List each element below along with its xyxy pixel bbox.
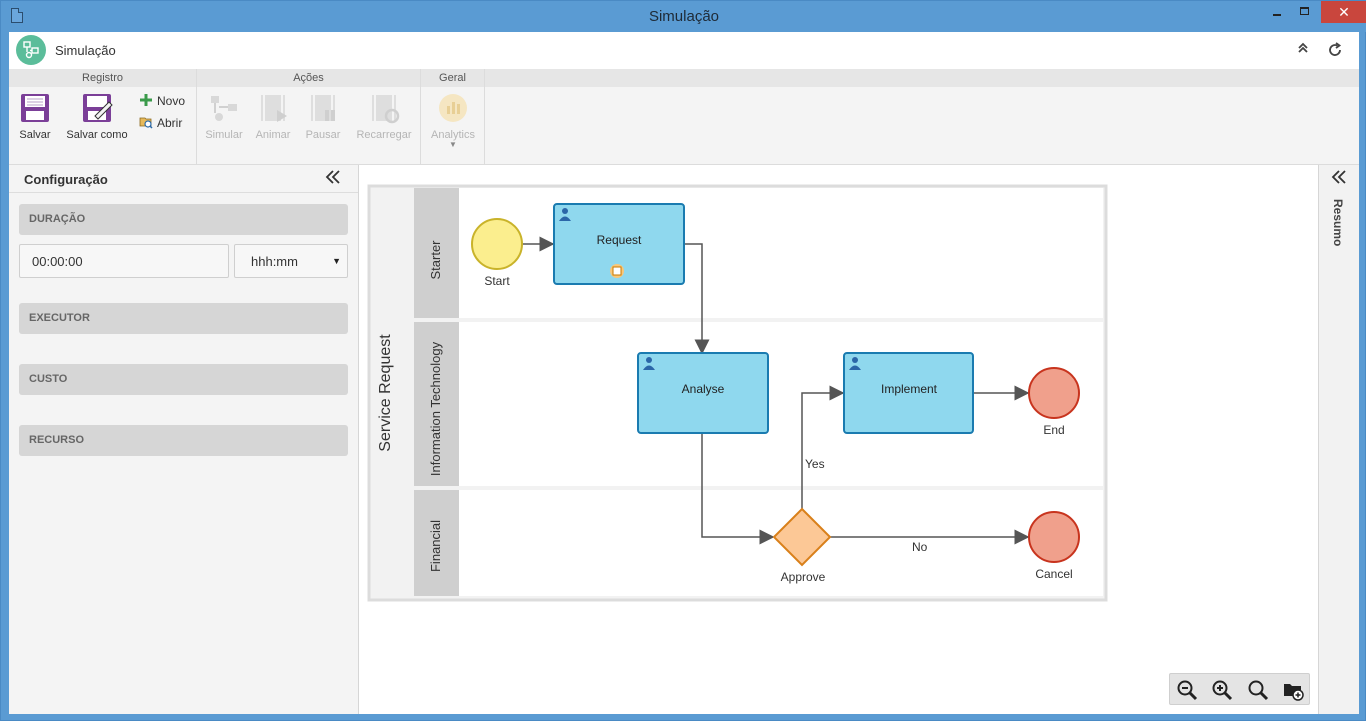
double-chevron-left-icon xyxy=(1331,170,1346,184)
form-icon xyxy=(610,264,624,278)
open-button[interactable]: Abrir xyxy=(139,115,182,130)
duration-unit-select[interactable]: hhh:mm ▼ xyxy=(234,244,348,278)
save-icon xyxy=(21,94,49,122)
group-title: Ações xyxy=(197,69,420,87)
double-chevron-up-icon xyxy=(1298,42,1308,53)
save-button[interactable]: Salvar xyxy=(17,92,53,141)
svg-text:Implement: Implement xyxy=(881,382,938,396)
dropdown-arrow-icon: ▼ xyxy=(332,256,341,266)
window-title: Simulação xyxy=(648,8,720,25)
svg-text:End: End xyxy=(1043,423,1064,437)
maximize-button[interactable] xyxy=(1291,1,1319,23)
minimize-icon xyxy=(1273,14,1281,16)
simulate-button[interactable]: Simular xyxy=(203,92,245,141)
collapse-panel-button[interactable] xyxy=(325,169,341,190)
simulate-icon xyxy=(211,96,237,121)
ribbon: Registro Salvar Salvar como Novo Abrir A… xyxy=(9,69,1359,165)
svg-text:Request: Request xyxy=(597,233,642,247)
minimize-button[interactable] xyxy=(1263,1,1291,23)
group-title: Geral xyxy=(421,69,484,87)
end-event-cancel[interactable]: Cancel xyxy=(1028,511,1080,581)
animate-button[interactable]: Animar xyxy=(253,92,293,141)
summary-panel: Resumo xyxy=(1318,165,1359,714)
section-executor[interactable]: EXECUTOR xyxy=(19,303,348,334)
dropdown-arrow-icon: ▼ xyxy=(449,140,457,149)
reload-icon xyxy=(372,95,400,124)
section-resource[interactable]: RECURSO xyxy=(19,425,348,456)
ribbon-group-geral: Geral Analytics ▼ xyxy=(421,69,485,165)
analytics-icon xyxy=(439,94,467,122)
ribbon-group-registro: Registro Salvar Salvar como Novo Abrir xyxy=(9,69,197,165)
pool-label: Service Request xyxy=(377,334,394,452)
svg-text:Analyse: Analyse xyxy=(682,382,725,396)
svg-text:Start: Start xyxy=(484,274,510,288)
title-bar: Simulação ✕ xyxy=(1,1,1366,32)
new-button[interactable]: Novo xyxy=(139,93,185,108)
maximize-icon xyxy=(1300,7,1309,15)
animate-icon xyxy=(261,95,287,122)
svg-text:Approve: Approve xyxy=(781,570,826,584)
analytics-button[interactable]: Analytics ▼ xyxy=(429,92,477,149)
refresh-button[interactable] xyxy=(1326,41,1344,59)
diagram-canvas[interactable]: Service Request Starter Information Tech… xyxy=(360,165,1318,714)
task-implement[interactable]: Implement xyxy=(843,352,974,434)
close-icon: ✕ xyxy=(1338,4,1350,20)
pause-icon xyxy=(311,95,335,121)
group-title: Registro xyxy=(9,69,196,87)
ribbon-group-acoes: Ações Simular Animar Pausar Recarregar xyxy=(197,69,421,165)
pause-button[interactable]: Pausar xyxy=(303,92,343,141)
zoom-fit-button[interactable] xyxy=(1247,679,1269,701)
edge-label-no: No xyxy=(912,540,928,554)
zoom-out-icon xyxy=(1177,680,1198,701)
collapse-ribbon-button[interactable] xyxy=(1294,41,1312,59)
bpmn-diagram: Service Request Starter Information Tech… xyxy=(367,184,1108,602)
section-cost[interactable]: CUSTO xyxy=(19,364,348,395)
app-title: Simulação xyxy=(55,43,116,58)
svg-text:Cancel: Cancel xyxy=(1035,567,1072,581)
zoom-out-button[interactable] xyxy=(1176,679,1198,701)
lane-label: Starter xyxy=(428,240,443,280)
open-folder-icon xyxy=(139,117,153,129)
lane-financial[interactable]: Financial xyxy=(414,490,1103,596)
lane-label: Information Technology xyxy=(428,341,443,476)
summary-label[interactable]: Resumo xyxy=(1331,199,1345,246)
refresh-icon xyxy=(1329,42,1342,56)
zoom-in-button[interactable] xyxy=(1211,679,1233,701)
configuration-panel: Configuração DURAÇÃO 00:00:00 hhh:mm ▼ E… xyxy=(9,165,359,714)
zoom-toolbar xyxy=(1169,673,1310,705)
duration-input[interactable]: 00:00:00 xyxy=(19,244,229,278)
task-analyse[interactable]: Analyse xyxy=(637,352,769,434)
app-header: Simulação xyxy=(9,32,1359,69)
client-area: Simulação Registro Salvar Salvar como No… xyxy=(9,32,1359,714)
close-button[interactable]: ✕ xyxy=(1321,1,1366,23)
section-duration[interactable]: DURAÇÃO xyxy=(19,204,348,235)
task-request[interactable]: Request xyxy=(553,203,685,285)
double-chevron-left-icon xyxy=(325,170,340,184)
configuration-title: Configuração xyxy=(24,172,108,187)
edge-label-yes: Yes xyxy=(805,457,825,471)
add-folder-button[interactable] xyxy=(1282,679,1304,701)
save-as-icon xyxy=(83,94,113,122)
configuration-header: Configuração xyxy=(9,165,358,193)
expand-summary-button[interactable] xyxy=(1331,169,1347,190)
save-as-button[interactable]: Salvar como xyxy=(65,92,129,141)
zoom-in-icon xyxy=(1212,680,1233,701)
simulation-logo-icon xyxy=(16,35,46,65)
lane-label: Financial xyxy=(428,520,443,572)
application-window: Simulação ✕ Simulação Registro Salvar Sa… xyxy=(0,0,1366,721)
folder-add-icon xyxy=(1284,684,1304,701)
reload-button[interactable]: Recarregar xyxy=(355,92,413,141)
plus-icon xyxy=(140,94,152,106)
zoom-icon xyxy=(1248,680,1269,701)
